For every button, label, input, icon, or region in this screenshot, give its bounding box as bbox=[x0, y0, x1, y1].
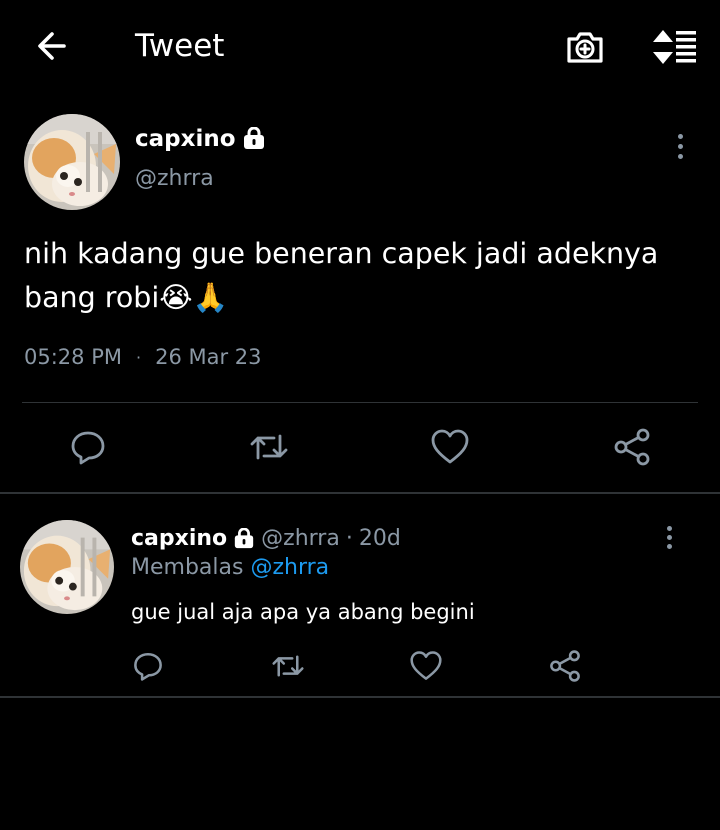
author-row: capxino bbox=[135, 126, 266, 152]
like-button[interactable] bbox=[428, 425, 472, 469]
tweet-actions bbox=[0, 425, 720, 469]
heart-icon bbox=[431, 429, 469, 464]
reply-text: gue jual aja apa ya abang begini bbox=[131, 600, 475, 624]
main-tweet: capxino @zhrra nih kadang gue beneran ca… bbox=[0, 100, 720, 492]
handle[interactable]: @zhrra bbox=[135, 166, 214, 191]
reply-button[interactable] bbox=[66, 425, 110, 469]
avatar[interactable] bbox=[20, 520, 114, 614]
handle[interactable]: @zhrra bbox=[261, 526, 340, 551]
more-vertical-icon-dot bbox=[666, 534, 672, 540]
display-name[interactable]: capxino bbox=[131, 526, 227, 551]
more-vertical-icon bbox=[677, 133, 683, 139]
reply-age: 20d bbox=[358, 526, 401, 551]
reply-icon bbox=[71, 431, 105, 465]
avatar[interactable] bbox=[24, 114, 120, 210]
more-vertical-icon-dot bbox=[666, 543, 672, 549]
more-vertical-icon-dot bbox=[677, 153, 683, 159]
back-button[interactable] bbox=[30, 24, 74, 68]
more-vertical-icon bbox=[666, 525, 672, 531]
share-icon bbox=[550, 650, 580, 682]
tweet-meta: 05:28 PM · 26 Mar 23 bbox=[24, 345, 262, 369]
replying-prefix: Membalas bbox=[131, 555, 244, 580]
meta-separator: · bbox=[345, 526, 353, 551]
share-button[interactable] bbox=[543, 644, 587, 688]
tweet-text: nih kadang gue beneran capek jadi adekny… bbox=[24, 237, 659, 314]
mention-link[interactable]: @zhrra bbox=[250, 555, 329, 580]
more-options-button[interactable] bbox=[657, 522, 681, 552]
reply-tweet[interactable]: capxino @zhrra · 20d Membalas @zhrra gue… bbox=[0, 494, 720, 696]
sort-icon bbox=[653, 30, 696, 64]
display-name[interactable]: capxino bbox=[135, 126, 236, 152]
retweet-icon bbox=[250, 434, 288, 460]
reply-button[interactable] bbox=[126, 644, 170, 688]
page-title: Tweet bbox=[135, 28, 225, 64]
heart-icon bbox=[410, 651, 442, 680]
retweet-button[interactable] bbox=[247, 425, 291, 469]
retweet-icon bbox=[272, 655, 304, 677]
more-options-button[interactable] bbox=[668, 130, 692, 162]
top-bar: Tweet bbox=[0, 0, 720, 92]
share-button[interactable] bbox=[610, 425, 654, 469]
tweet-date: 26 Mar 23 bbox=[155, 345, 262, 369]
camera-plus-icon bbox=[567, 32, 603, 63]
share-icon bbox=[614, 428, 650, 466]
divider bbox=[22, 402, 698, 403]
lock-icon bbox=[243, 127, 264, 149]
replying-to: Membalas @zhrra bbox=[131, 555, 329, 580]
meta-separator: · bbox=[135, 347, 142, 367]
divider bbox=[0, 696, 720, 698]
reply-author-row: capxino @zhrra · 20d bbox=[131, 526, 401, 551]
reply-icon bbox=[134, 652, 162, 681]
lock-icon bbox=[234, 527, 254, 548]
cat-avatar-image bbox=[20, 520, 114, 614]
retweet-button[interactable] bbox=[266, 644, 310, 688]
arrow-left-icon bbox=[38, 32, 66, 60]
cat-avatar-image bbox=[24, 114, 120, 210]
tweet-time: 05:28 PM bbox=[24, 345, 122, 369]
camera-button[interactable] bbox=[562, 24, 608, 70]
like-button[interactable] bbox=[404, 644, 448, 688]
more-vertical-icon-dot bbox=[677, 143, 683, 149]
sort-button[interactable] bbox=[648, 24, 700, 70]
